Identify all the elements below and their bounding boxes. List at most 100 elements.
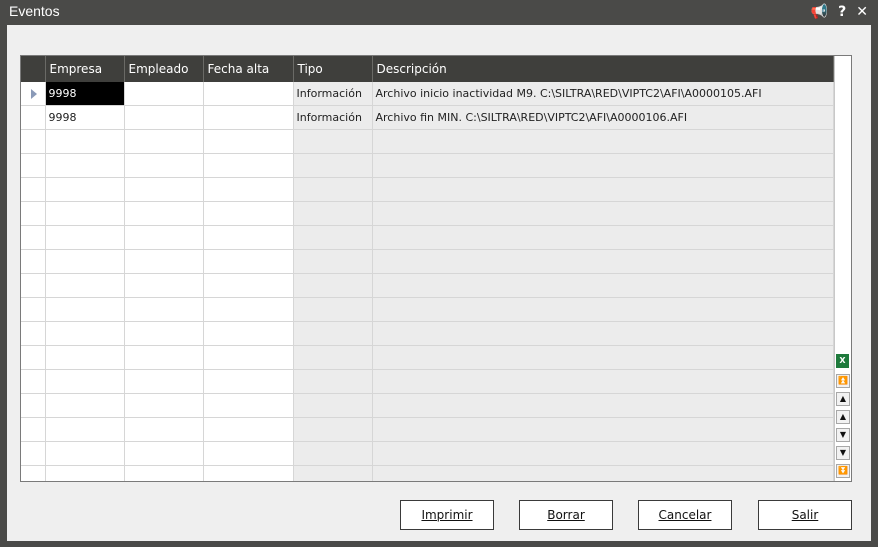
table-row[interactable]: 9998 Información Archivo fin MIN. C:\SIL… [21, 105, 834, 130]
cell-descripcion[interactable] [372, 441, 834, 466]
row-indicator[interactable] [21, 465, 46, 481]
next-row-icon[interactable]: ▼ [836, 428, 850, 442]
cell-empleado[interactable] [124, 105, 204, 130]
cell-descripcion[interactable] [372, 249, 834, 274]
cell-descripcion[interactable] [372, 345, 834, 370]
cell-empleado[interactable] [124, 177, 204, 202]
cell-tipo[interactable]: Información [293, 105, 373, 130]
cell-empleado[interactable] [124, 273, 204, 298]
borrar-button[interactable]: Borrar [519, 500, 613, 530]
cell-descripcion[interactable] [372, 201, 834, 226]
megaphone-icon[interactable]: 📢 [811, 3, 828, 21]
table-row[interactable] [21, 129, 834, 154]
salir-button[interactable]: Salir [758, 500, 852, 530]
table-row[interactable] [21, 345, 834, 370]
row-indicator[interactable] [21, 129, 46, 154]
cell-empresa[interactable] [45, 153, 125, 178]
cell-empleado[interactable] [124, 201, 204, 226]
cell-empresa[interactable] [45, 441, 125, 466]
cell-fecha-alta[interactable] [203, 441, 294, 466]
cell-descripcion[interactable] [372, 177, 834, 202]
cell-empresa[interactable] [45, 345, 125, 370]
cell-empleado[interactable] [124, 297, 204, 322]
cell-empresa[interactable] [45, 273, 125, 298]
cell-tipo[interactable] [293, 369, 373, 394]
cell-fecha-alta[interactable] [203, 82, 294, 106]
events-grid[interactable]: Empresa Empleado Fecha alta Tipo Descrip… [20, 55, 852, 482]
cell-empleado[interactable] [124, 345, 204, 370]
cell-tipo[interactable] [293, 273, 373, 298]
cell-fecha-alta[interactable] [203, 201, 294, 226]
cell-descripcion[interactable]: Archivo inicio inactividad M9. C:\SILTRA… [372, 82, 834, 106]
help-icon[interactable]: ? [838, 3, 846, 21]
cell-tipo[interactable] [293, 297, 373, 322]
table-row[interactable] [21, 177, 834, 202]
page-up-icon[interactable]: ▲ [836, 392, 850, 406]
last-page-icon[interactable]: ⏬ [836, 464, 850, 478]
cell-tipo[interactable] [293, 225, 373, 250]
cell-fecha-alta[interactable] [203, 417, 294, 442]
cell-empresa[interactable] [45, 393, 125, 418]
cell-tipo[interactable] [293, 177, 373, 202]
cell-fecha-alta[interactable] [203, 297, 294, 322]
table-row[interactable] [21, 249, 834, 274]
cell-empresa[interactable] [45, 129, 125, 154]
cell-empleado[interactable] [124, 82, 204, 106]
table-row[interactable] [21, 321, 834, 346]
cell-descripcion[interactable] [372, 129, 834, 154]
cell-tipo[interactable] [293, 441, 373, 466]
imprimir-button[interactable]: Imprimir [400, 500, 494, 530]
cell-descripcion[interactable] [372, 417, 834, 442]
cancelar-button[interactable]: Cancelar [638, 500, 732, 530]
cell-fecha-alta[interactable] [203, 273, 294, 298]
row-indicator[interactable] [21, 369, 46, 394]
cell-empresa[interactable] [45, 225, 125, 250]
row-indicator[interactable] [21, 297, 46, 322]
cell-fecha-alta[interactable] [203, 321, 294, 346]
row-indicator[interactable] [21, 393, 46, 418]
page-down-icon[interactable]: ▼ [836, 446, 850, 460]
row-indicator[interactable] [21, 417, 46, 442]
cell-fecha-alta[interactable] [203, 225, 294, 250]
cell-empleado[interactable] [124, 153, 204, 178]
table-row[interactable] [21, 441, 834, 466]
cell-empresa[interactable] [45, 201, 125, 226]
cell-descripcion[interactable] [372, 465, 834, 481]
cell-tipo[interactable] [293, 249, 373, 274]
cell-empresa[interactable]: 9998 [45, 105, 125, 130]
row-indicator[interactable] [21, 441, 46, 466]
row-indicator[interactable] [21, 177, 46, 202]
cell-fecha-alta[interactable] [203, 177, 294, 202]
cell-fecha-alta[interactable] [203, 129, 294, 154]
table-row[interactable] [21, 273, 834, 298]
table-row[interactable] [21, 201, 834, 226]
column-header-descripcion[interactable]: Descripción [372, 56, 834, 82]
column-header-tipo[interactable]: Tipo [293, 56, 373, 82]
row-indicator[interactable] [21, 273, 46, 298]
row-indicator[interactable] [21, 249, 46, 274]
row-indicator[interactable] [21, 153, 46, 178]
table-row[interactable] [21, 417, 834, 442]
cell-empresa[interactable] [45, 297, 125, 322]
row-indicator[interactable] [21, 82, 46, 106]
table-row[interactable]: 9998 Información Archivo inicio inactivi… [21, 82, 834, 106]
cell-empleado[interactable] [124, 465, 204, 481]
excel-export-icon[interactable]: X [836, 354, 849, 368]
cell-descripcion[interactable] [372, 273, 834, 298]
cell-fecha-alta[interactable] [203, 393, 294, 418]
cell-empleado[interactable] [124, 129, 204, 154]
cell-tipo[interactable] [293, 153, 373, 178]
table-row[interactable] [21, 225, 834, 250]
cell-fecha-alta[interactable] [203, 153, 294, 178]
table-row[interactable] [21, 393, 834, 418]
cell-fecha-alta[interactable] [203, 249, 294, 274]
cell-empleado[interactable] [124, 249, 204, 274]
cell-tipo[interactable]: Información [293, 82, 373, 106]
cell-empresa[interactable] [45, 249, 125, 274]
row-indicator[interactable] [21, 321, 46, 346]
column-header-fecha-alta[interactable]: Fecha alta [203, 56, 294, 82]
table-row[interactable] [21, 369, 834, 394]
cell-descripcion[interactable] [372, 297, 834, 322]
cell-descripcion[interactable] [372, 369, 834, 394]
cell-tipo[interactable] [293, 393, 373, 418]
